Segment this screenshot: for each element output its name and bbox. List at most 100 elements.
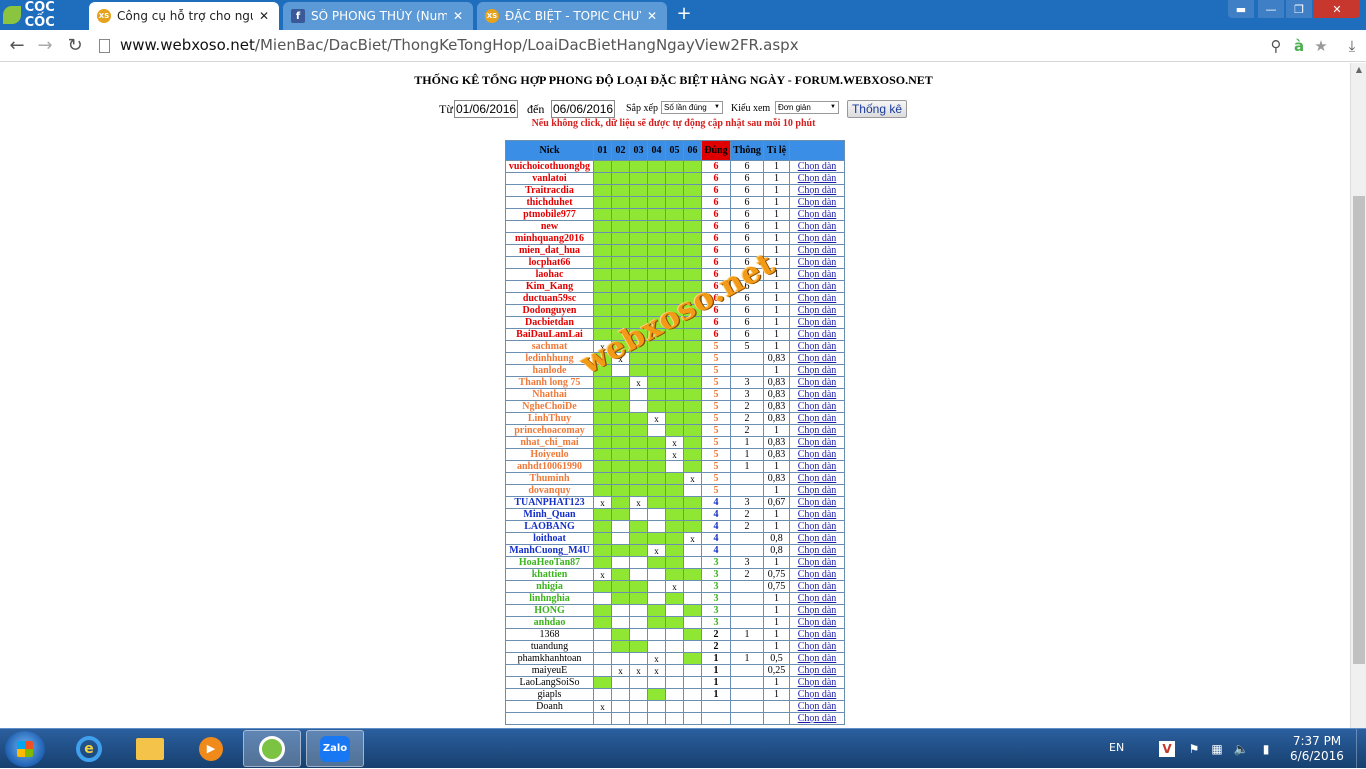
chon-dan-link[interactable]: Chọn dàn — [789, 196, 845, 209]
chon-dan-link[interactable]: Chọn dàn — [789, 244, 845, 257]
volume-icon[interactable]: 🔈 — [1233, 741, 1249, 757]
chon-dan-link[interactable]: Chọn dàn — [789, 520, 845, 533]
file-explorer-taskbar-button[interactable] — [121, 730, 179, 767]
chon-dan-link[interactable]: Chọn dàn — [789, 376, 845, 389]
chon-dan-link[interactable]: Chọn dàn — [789, 532, 845, 545]
day-02-cell — [611, 304, 630, 317]
browser-menu-button[interactable]: ▬ — [1228, 0, 1254, 18]
vertical-scrollbar[interactable]: ▲ — [1350, 63, 1366, 728]
nick-cell: Minh_Quan — [505, 508, 594, 521]
chon-dan-link[interactable]: Chọn dàn — [789, 256, 845, 269]
chon-dan-link[interactable]: Chọn dàn — [789, 316, 845, 329]
new-tab-button[interactable]: + — [675, 5, 693, 23]
chon-dan-link[interactable]: Chọn dàn — [789, 172, 845, 185]
chon-dan-link[interactable]: Chọn dàn — [789, 640, 845, 653]
chon-dan-link[interactable]: Chọn dàn — [789, 292, 845, 305]
close-tab-icon[interactable]: ✕ — [451, 9, 465, 23]
tab-so-phong-thuy[interactable]: f SỐ PHONG THỦY (Numero ✕ — [283, 2, 473, 30]
chon-dan-link[interactable]: Chọn dàn — [789, 700, 845, 713]
back-arrow-icon[interactable]: ← — [6, 35, 28, 57]
reload-icon[interactable]: ↻ — [64, 35, 86, 57]
day-01-cell — [593, 664, 612, 677]
language-indicator[interactable]: EN — [1109, 741, 1124, 754]
day-04-cell — [647, 472, 666, 485]
maximize-button[interactable]: ❐ — [1286, 0, 1312, 18]
header-day-03: 03 — [629, 140, 648, 161]
media-player-taskbar-button[interactable]: ▶ — [182, 730, 240, 767]
zalo-taskbar-button[interactable]: Zalo — [306, 730, 364, 767]
chon-dan-link[interactable]: Chọn dàn — [789, 352, 845, 365]
chon-dan-link[interactable]: Chọn dàn — [789, 184, 845, 197]
chon-dan-link[interactable]: Chọn dàn — [789, 400, 845, 413]
chon-dan-link[interactable]: Chọn dàn — [789, 676, 845, 689]
chon-dan-link[interactable]: Chọn dàn — [789, 424, 845, 437]
chon-dan-link[interactable]: Chọn dàn — [789, 688, 845, 701]
coccoc-logo[interactable]: CỐC CỐC — [0, 0, 88, 30]
chon-dan-link[interactable]: Chọn dàn — [789, 280, 845, 293]
start-button[interactable] — [5, 731, 45, 767]
download-icon[interactable]: ⤓ — [1342, 36, 1362, 56]
chon-dan-link[interactable]: Chọn dàn — [789, 328, 845, 341]
zoom-icon[interactable]: ⚲ — [1266, 36, 1286, 56]
tab-dac-biet-topic[interactable]: XS ĐẶC BIỆT - TOPIC CHUYÊN ✕ — [477, 2, 667, 30]
chon-dan-link[interactable]: Chọn dàn — [789, 304, 845, 317]
minimize-button[interactable]: — — [1258, 0, 1284, 18]
chon-dan-link[interactable]: Chọn dàn — [789, 412, 845, 425]
view-select[interactable]: Đơn giản ▼ — [775, 101, 839, 114]
day-06-cell — [683, 628, 702, 641]
battery-icon[interactable]: ▮ — [1258, 741, 1274, 757]
show-desktop-button[interactable] — [1356, 729, 1366, 769]
day-03-cell — [629, 328, 648, 341]
coccoc-taskbar-button[interactable] — [243, 730, 301, 767]
chon-dan-link[interactable]: Chọn dàn — [789, 232, 845, 245]
chon-dan-link[interactable]: Chọn dàn — [789, 496, 845, 509]
bookmark-star-icon[interactable]: ★ — [1311, 36, 1331, 56]
chon-dan-link[interactable]: Chọn dàn — [789, 448, 845, 461]
chon-dan-link[interactable]: Chọn dàn — [789, 388, 845, 401]
system-clock[interactable]: 7:37 PM 6/6/2016 — [1282, 734, 1352, 764]
chon-dan-link[interactable]: Chọn dàn — [789, 460, 845, 473]
sort-select[interactable]: Số lần đúng ▼ — [661, 101, 723, 114]
scrollbar-thumb[interactable] — [1353, 196, 1365, 664]
dung-cell: 3 — [701, 604, 731, 617]
from-date-input[interactable]: 01/06/2016 — [454, 100, 518, 118]
to-date-input[interactable]: 06/06/2016 — [551, 100, 615, 118]
chon-dan-link[interactable]: Chọn dàn — [789, 364, 845, 377]
chon-dan-link[interactable]: Chọn dàn — [789, 616, 845, 629]
scroll-up-arrow-icon[interactable]: ▲ — [1351, 63, 1366, 77]
statistics-button[interactable]: Thống kê — [847, 100, 907, 118]
chon-dan-link[interactable]: Chọn dàn — [789, 472, 845, 485]
chon-dan-link[interactable]: Chọn dàn — [789, 208, 845, 221]
chon-dan-link[interactable]: Chọn dàn — [789, 268, 845, 281]
chon-dan-link[interactable]: Chọn dàn — [789, 652, 845, 665]
address-bar[interactable]: www.webxoso.net/MienBac/DacBiet/ThongKeT… — [120, 36, 799, 54]
table-row: BaiDauLamLai 6 6 1 Chọn dàn — [505, 328, 845, 341]
network-signal-icon[interactable]: ▦ — [1209, 741, 1225, 757]
chon-dan-link[interactable]: Chọn dàn — [789, 712, 845, 725]
close-window-button[interactable]: ✕ — [1314, 0, 1360, 18]
chon-dan-link[interactable]: Chọn dàn — [789, 544, 845, 557]
browser-toolbar: ← → ↻ www.webxoso.net/MienBac/DacBiet/Th… — [0, 30, 1366, 62]
chon-dan-link[interactable]: Chọn dàn — [789, 604, 845, 617]
action-center-flag-icon[interactable]: ⚑ — [1186, 741, 1202, 757]
close-tab-icon[interactable]: ✕ — [257, 9, 271, 23]
translate-icon[interactable]: à — [1289, 36, 1309, 56]
tab-cong-cu[interactable]: XS Công cụ hỗ trợ cho người ✕ — [89, 2, 279, 30]
chon-dan-link[interactable]: Chọn dàn — [789, 340, 845, 353]
chon-dan-link[interactable]: Chọn dàn — [789, 628, 845, 641]
tray-app-v-icon[interactable]: V — [1159, 741, 1175, 757]
chon-dan-link[interactable]: Chọn dàn — [789, 664, 845, 677]
chon-dan-link[interactable]: Chọn dàn — [789, 568, 845, 581]
chon-dan-link[interactable]: Chọn dàn — [789, 220, 845, 233]
close-tab-icon[interactable]: ✕ — [645, 9, 659, 23]
forward-arrow-icon[interactable]: → — [34, 35, 56, 57]
chon-dan-link[interactable]: Chọn dàn — [789, 592, 845, 605]
internet-explorer-taskbar-button[interactable]: e — [60, 730, 118, 767]
chon-dan-link[interactable]: Chọn dàn — [789, 160, 845, 173]
chon-dan-link[interactable]: Chọn dàn — [789, 436, 845, 449]
chon-dan-link[interactable]: Chọn dàn — [789, 580, 845, 593]
chon-dan-link[interactable]: Chọn dàn — [789, 508, 845, 521]
chon-dan-link[interactable]: Chọn dàn — [789, 484, 845, 497]
table-row: locphat66 6 6 1 Chọn dàn — [505, 256, 845, 269]
chon-dan-link[interactable]: Chọn dàn — [789, 556, 845, 569]
